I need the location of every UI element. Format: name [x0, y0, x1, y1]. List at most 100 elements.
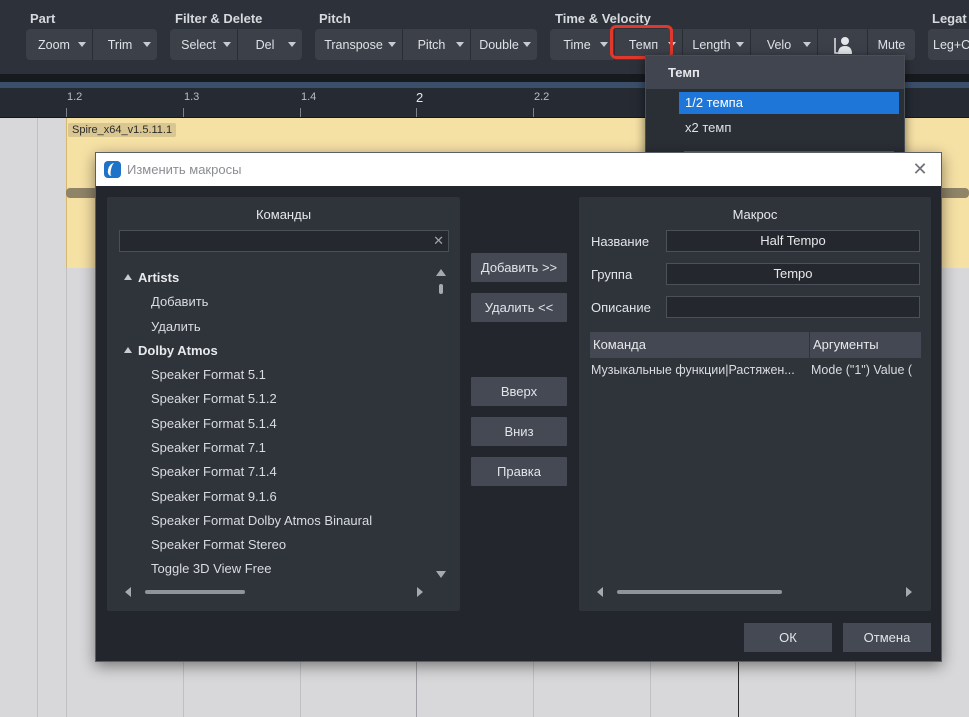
tempo-highlight-frame — [610, 25, 673, 59]
tree-category-dolby-atmos[interactable]: Dolby Atmos — [138, 340, 218, 362]
time-button[interactable]: Time — [550, 29, 614, 60]
del-button[interactable]: Del — [237, 29, 302, 60]
scroll-down-arrow-icon[interactable] — [436, 571, 446, 578]
tree-category-artists[interactable]: Artists — [138, 267, 179, 289]
group-title-part: Part — [30, 11, 56, 26]
ruler-tick: 2 — [416, 90, 424, 105]
description-field[interactable] — [666, 296, 920, 318]
select-button[interactable]: Select — [170, 29, 237, 60]
chevron-down-icon — [456, 42, 464, 47]
app-logo-icon — [104, 161, 121, 178]
tree-item[interactable]: Удалить — [151, 316, 201, 338]
macro-panel: Макрос Название Half Tempo Группа Tempo … — [579, 197, 931, 611]
ruler-tick-line — [533, 108, 534, 117]
group-title-filter-delete: Filter & Delete — [175, 11, 263, 26]
group-field[interactable]: Tempo — [666, 263, 920, 285]
dialog-title: Изменить макросы — [127, 162, 242, 177]
scroll-right-arrow-icon[interactable] — [906, 587, 912, 597]
column-header-command[interactable]: Команда — [590, 332, 809, 358]
ruler-tick: 2.2 — [534, 91, 550, 103]
collapse-triangle-icon[interactable] — [124, 347, 132, 353]
grid-line — [37, 118, 38, 717]
ruler-tick-line — [300, 108, 301, 117]
mute-button-label: Mute — [877, 37, 906, 52]
zoom-button-label: Zoom — [38, 37, 70, 52]
table-cell-arguments[interactable]: Mode ("1") Value ( — [811, 359, 921, 381]
pitch-button[interactable]: Pitch — [402, 29, 470, 60]
transpose-button[interactable]: Transpose — [315, 29, 402, 60]
group-title-legato: Legat — [932, 11, 967, 26]
tree-item[interactable]: Toggle 3D View Free — [151, 558, 271, 580]
scroll-right-arrow-icon[interactable] — [417, 587, 423, 597]
chevron-down-icon — [388, 42, 396, 47]
vertical-scrollbar-thumb[interactable] — [439, 284, 443, 294]
tree-item[interactable]: Speaker Format 9.1.6 — [151, 486, 277, 508]
double-button[interactable]: Double — [470, 29, 537, 60]
name-field[interactable]: Half Tempo — [666, 230, 920, 252]
tree-item[interactable]: Speaker Format Stereo — [151, 534, 286, 556]
close-icon[interactable]: ✕ — [909, 158, 931, 180]
zoom-button[interactable]: Zoom — [26, 29, 92, 60]
ruler-tick-line — [183, 108, 184, 117]
chevron-down-icon — [143, 42, 151, 47]
edit-macros-dialog: Изменить макросы ✕ Команды ✕ Artists Доб… — [95, 152, 942, 662]
tree-item[interactable]: Speaker Format 7.1 — [151, 437, 266, 459]
table-cell-command[interactable]: Музыкальные функции|Растяжен... — [591, 359, 807, 381]
cancel-button[interactable]: Отмена — [843, 623, 931, 652]
tempo-dropdown-menu: Темп 1/2 темпа x2 темп — [645, 55, 905, 155]
chevron-down-icon — [736, 42, 744, 47]
tree-item[interactable]: Speaker Format 5.1.4 — [151, 413, 277, 435]
column-header-arguments[interactable]: Аргументы — [810, 332, 921, 358]
chevron-down-icon — [288, 42, 296, 47]
remove-command-button[interactable]: Удалить << — [471, 293, 567, 322]
horizontal-scrollbar-thumb[interactable] — [617, 590, 782, 594]
move-up-button[interactable]: Вверх — [471, 377, 567, 406]
ruler-tick-line — [66, 108, 67, 117]
trim-button-label: Trim — [107, 37, 133, 52]
description-label: Описание — [591, 300, 651, 315]
scroll-up-arrow-icon[interactable] — [436, 269, 446, 276]
legato-button[interactable]: Leg+C — [928, 29, 969, 60]
name-label: Название — [591, 234, 650, 249]
ruler-tick: 1.3 — [184, 91, 200, 103]
dialog-titlebar[interactable]: Изменить макросы ✕ — [96, 153, 941, 186]
chevron-down-icon — [78, 42, 86, 47]
chevron-down-icon — [600, 42, 608, 47]
length-button-label: Length — [692, 37, 731, 52]
commands-panel: Команды ✕ Artists Добавить Удалить Dolby… — [107, 197, 460, 611]
add-command-button[interactable]: Добавить >> — [471, 253, 567, 282]
tree-item[interactable]: Speaker Format 5.1.2 — [151, 388, 277, 410]
chevron-down-icon — [523, 42, 531, 47]
clip-label: Spire_x64_v1.5.11.1 — [68, 123, 177, 137]
commands-panel-title: Команды — [255, 207, 312, 222]
person-icon — [833, 36, 852, 54]
group-label: Группа — [591, 267, 633, 282]
chevron-down-icon — [223, 42, 231, 47]
del-button-label: Del — [255, 37, 275, 52]
commands-search-input[interactable]: ✕ — [119, 230, 449, 252]
scroll-left-arrow-icon[interactable] — [125, 587, 131, 597]
group-title-pitch: Pitch — [319, 11, 351, 26]
tree-item[interactable]: Speaker Format Dolby Atmos Binaural — [151, 510, 372, 532]
edit-command-button[interactable]: Правка — [471, 457, 567, 486]
menu-item-half-tempo[interactable]: 1/2 темпа — [679, 92, 899, 114]
chevron-down-icon — [803, 42, 811, 47]
group-title-time-velocity: Time & Velocity — [555, 11, 651, 26]
transpose-button-label: Transpose — [324, 37, 383, 52]
macro-panel-title: Макрос — [732, 207, 778, 222]
horizontal-scrollbar-thumb[interactable] — [145, 590, 245, 594]
tree-item[interactable]: Добавить — [151, 291, 208, 313]
ruler-tick: 1.2 — [67, 91, 83, 103]
clear-search-icon[interactable]: ✕ — [433, 233, 444, 249]
ruler-tick: 1.4 — [301, 91, 317, 103]
tree-item[interactable]: Speaker Format 5.1 — [151, 364, 266, 386]
ok-button[interactable]: ОК — [744, 623, 832, 652]
collapse-triangle-icon[interactable] — [124, 274, 132, 280]
menu-item-double-tempo[interactable]: x2 темп — [679, 117, 899, 139]
ruler-tick-line — [416, 108, 417, 117]
scroll-left-arrow-icon[interactable] — [597, 587, 603, 597]
select-button-label: Select — [181, 37, 216, 52]
tree-item[interactable]: Speaker Format 7.1.4 — [151, 461, 277, 483]
move-down-button[interactable]: Вниз — [471, 417, 567, 446]
trim-button[interactable]: Trim — [92, 29, 157, 60]
